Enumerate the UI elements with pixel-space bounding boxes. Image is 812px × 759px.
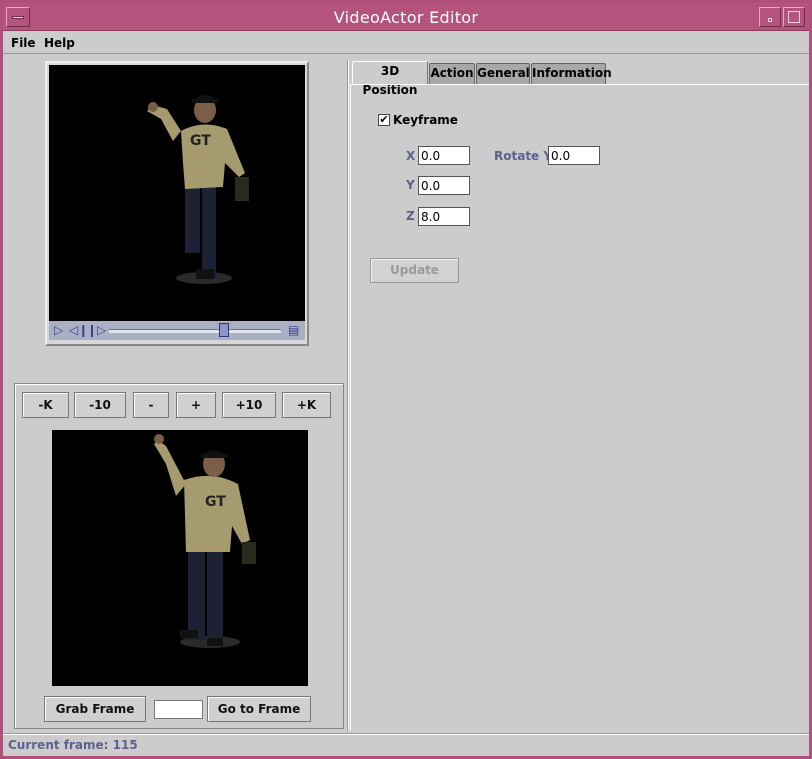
playback-slider-track[interactable] xyxy=(109,329,281,333)
frame-preview: GT xyxy=(52,430,308,686)
film-icon[interactable]: ▤ xyxy=(288,324,299,336)
video-player: GT ▷ ◁❙ ❙▷ ▤ xyxy=(45,61,309,346)
minimize-button[interactable] xyxy=(759,7,781,27)
tab-3d-position[interactable]: 3D Position xyxy=(352,61,428,97)
actor-frame-image: GT xyxy=(154,434,256,648)
keyframe-label: Keyframe xyxy=(393,113,458,127)
position-tab-panel: ✔ Keyframe X Rotate Y Y Z Update xyxy=(350,84,809,731)
actor-video-frame: GT xyxy=(147,95,249,284)
update-button[interactable]: Update xyxy=(370,258,459,283)
video-display: GT xyxy=(49,65,305,321)
minus-button[interactable]: - xyxy=(133,392,169,418)
x-field[interactable] xyxy=(418,146,470,165)
z-label: Z xyxy=(406,209,415,223)
keyframe-checkbox[interactable]: ✔ xyxy=(378,114,390,126)
y-field[interactable] xyxy=(418,176,470,195)
minus-10-button[interactable]: -10 xyxy=(74,392,126,418)
current-frame-status: Current frame: 115 xyxy=(8,738,138,752)
tab-information[interactable]: Information xyxy=(531,63,612,84)
menu-bar: File Help xyxy=(3,32,809,54)
tab-action[interactable]: Action xyxy=(429,63,475,84)
frame-navigator-panel: -K -10 - + +10 +K GT Grab Frame Go to Fr… xyxy=(14,383,344,729)
maximize-icon xyxy=(788,11,800,23)
x-label: X xyxy=(406,149,416,163)
split-divider[interactable] xyxy=(347,59,349,731)
plus-k-button[interactable]: +K xyxy=(282,392,331,418)
rotate-y-label: Rotate Y xyxy=(494,149,553,163)
menu-file[interactable]: File xyxy=(11,36,36,50)
plus-10-button[interactable]: +10 xyxy=(222,392,276,418)
frame-number-input[interactable] xyxy=(154,700,203,719)
menu-help[interactable]: Help xyxy=(44,36,75,50)
maximize-button[interactable] xyxy=(783,7,805,27)
window-title: VideoActor Editor xyxy=(333,8,479,27)
play-icon[interactable]: ▷ xyxy=(54,324,63,336)
app-window: VideoActor Editor File Help GT ▷ ◁❙ ❙▷ ▤… xyxy=(0,0,812,759)
player-controls: ▷ ◁❙ ❙▷ ▤ xyxy=(49,321,305,340)
svg-text:GT: GT xyxy=(190,133,211,149)
step-back-icon[interactable]: ◁❙ xyxy=(69,324,88,336)
playback-slider-knob[interactable] xyxy=(219,323,230,337)
status-bar: Current frame: 115 xyxy=(3,733,809,756)
grab-frame-button[interactable]: Grab Frame xyxy=(44,696,146,722)
minus-k-button[interactable]: -K xyxy=(22,392,69,418)
minimize-icon xyxy=(768,18,772,22)
left-pane: GT ▷ ◁❙ ❙▷ ▤ -K -10 - + +10 +K GT Grab F… xyxy=(6,56,344,731)
svg-text:GT: GT xyxy=(205,494,226,510)
plus-button[interactable]: + xyxy=(176,392,216,418)
z-field[interactable] xyxy=(418,207,470,226)
step-forward-icon[interactable]: ❙▷ xyxy=(87,324,106,336)
rotate-y-field[interactable] xyxy=(548,146,600,165)
y-label: Y xyxy=(406,178,415,192)
properties-pane: 3D Position Action General Information ✔… xyxy=(350,59,809,731)
tab-general[interactable]: General xyxy=(476,63,530,84)
title-bar[interactable]: VideoActor Editor xyxy=(3,3,809,31)
go-to-frame-button[interactable]: Go to Frame xyxy=(207,696,311,722)
